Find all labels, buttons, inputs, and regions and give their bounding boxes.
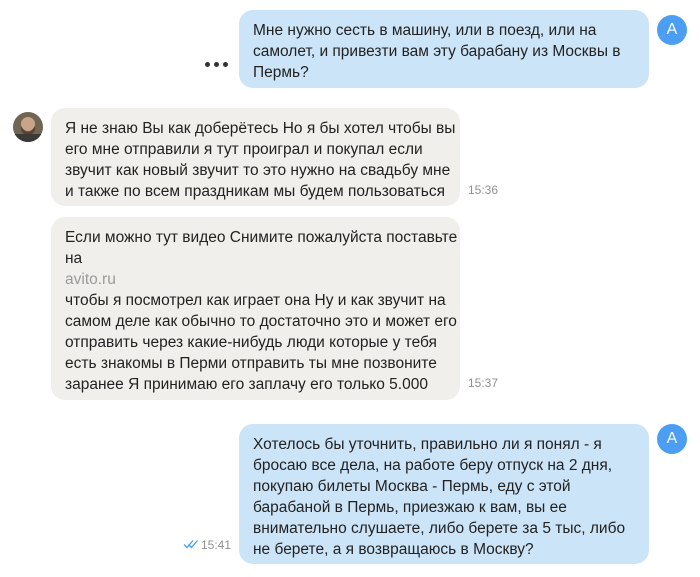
message-text-line: чтобы я посмотрел как играет она Ну и ка… <box>65 292 446 309</box>
message-text-line: Мне нужно сесть в машину, или в поезд, и… <box>253 22 597 39</box>
more-dots-icon[interactable] <box>205 59 235 69</box>
message-text-line: внимательно слушаете, либо берете за 5 т… <box>253 520 626 537</box>
message-time: 15:37 <box>468 376 499 390</box>
message-bubble-incoming[interactable]: Я не знаю Вы как доберётесь Но я бы хоте… <box>51 108 460 206</box>
message-text-line: его мне отправили я тут проиграл и покуп… <box>65 141 423 158</box>
message-bubble-incoming[interactable]: Если можно тут видео Снимите пожалуйста … <box>51 217 460 400</box>
message-text-line: бросаю все дела, на работе беру отпуск н… <box>253 457 613 474</box>
own-avatar[interactable]: A <box>657 424 687 454</box>
message-text-line: Хотелось бы уточнить, правильно ли я пон… <box>253 436 602 453</box>
message-text-line: не берете, а я возвращаюсь в Москву? <box>253 541 534 558</box>
message-bubble-outgoing[interactable]: Хотелось бы уточнить, правильно ли я пон… <box>239 424 649 564</box>
message-text-line: отправить через какие-нибудь люди которы… <box>65 334 437 351</box>
message-text-line: Пермь? <box>253 64 309 81</box>
message-text-line: самом деле как обычно то достаточно это … <box>65 313 457 330</box>
message-text-line: барабаной в Пермь, приезжаю к вам, вы ее <box>253 499 567 516</box>
message-time: 15:36 <box>468 183 499 197</box>
message-time: 15:41 <box>201 538 232 552</box>
message-bubble-outgoing[interactable]: Мне нужно сесть в машину, или в поезд, и… <box>239 10 649 88</box>
message-text-line: самолет, и привезти вам эту барабану из … <box>253 43 621 60</box>
message-text-line: и также по всем праздникам мы будем поль… <box>65 183 445 200</box>
message-text-line: на <box>65 250 83 267</box>
message-text-line: покупаю билеты Москва - Пермь, еду с это… <box>253 478 571 495</box>
message-text-line: звучит как новый звучит то это нужно на … <box>65 162 451 179</box>
message-text-line: есть знакомы в Перми отправить ты мне по… <box>65 355 437 372</box>
contact-photo-icon <box>13 112 43 142</box>
message-text-line: Я не знаю Вы как доберётесь Но я бы хоте… <box>65 120 456 137</box>
contact-avatar[interactable] <box>13 112 43 142</box>
double-check-icon <box>183 540 198 549</box>
own-avatar[interactable]: A <box>657 15 687 45</box>
message-text-line: Если можно тут видео Снимите пожалуйста … <box>65 229 458 246</box>
message-text-line: заранее Я принимаю его заплачу его тольк… <box>65 376 428 393</box>
message-link[interactable]: avito.ru <box>65 269 446 290</box>
